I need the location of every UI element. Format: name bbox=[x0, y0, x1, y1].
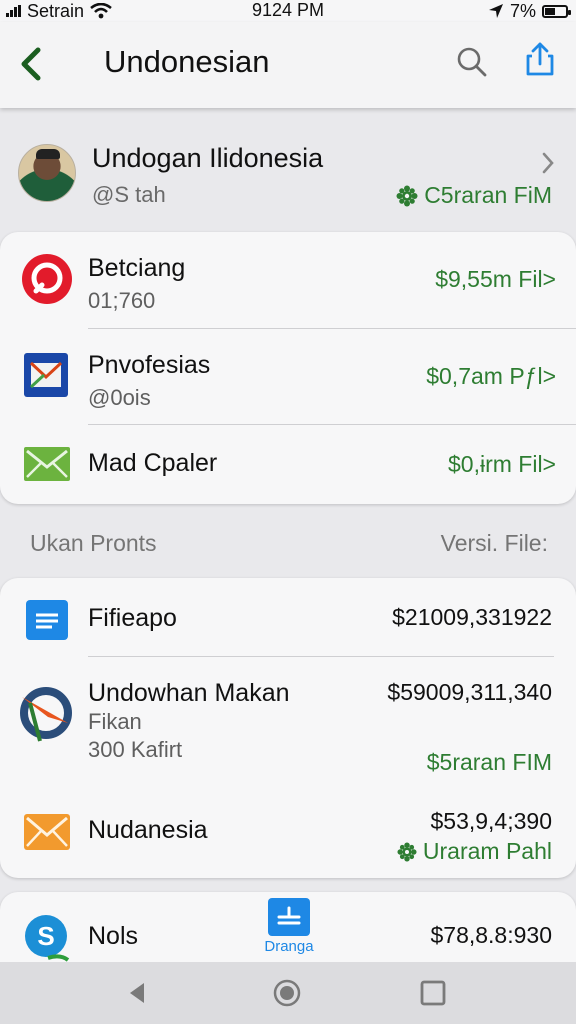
avatar bbox=[18, 144, 76, 202]
section-action[interactable]: Versi. File: bbox=[441, 530, 548, 557]
list-item-detail: 300 Kafirt bbox=[88, 737, 183, 762]
list-item-title: Pnvofesias bbox=[88, 351, 211, 379]
list-item-amount: $53,9,4;390 bbox=[430, 808, 552, 834]
list-item-amount: $78,8.8:930 bbox=[430, 922, 552, 948]
search-icon bbox=[457, 47, 487, 77]
list-item-subtitle: 01;760 bbox=[88, 288, 156, 313]
files-card: Fifieapo $21009,331922 Undowhan Makan Fi… bbox=[0, 578, 576, 878]
list-item-status: $5raran FIM bbox=[426, 749, 552, 775]
search-button[interactable] bbox=[454, 44, 490, 80]
envelope-icon bbox=[24, 447, 70, 481]
nav-recents-button[interactable] bbox=[418, 978, 448, 1008]
list-item-subtitle: @0ois bbox=[88, 385, 151, 410]
battery-icon bbox=[542, 4, 571, 18]
chevron-left-icon bbox=[21, 47, 41, 81]
share-icon bbox=[526, 42, 554, 76]
list-item[interactable]: Undowhan Makan Fikan 300 Kafirt $59009,3… bbox=[0, 657, 576, 785]
status-bar: Setrain 9124 PM 7% bbox=[0, 0, 576, 22]
profile-status: C5raran FiM bbox=[396, 182, 552, 209]
gear-icon bbox=[397, 841, 417, 862]
list-item-amount: $0,7am Pƒl> bbox=[426, 363, 556, 389]
list-item-status: Uraram Pahl bbox=[397, 838, 552, 865]
square-recents-icon bbox=[420, 980, 446, 1006]
list-item[interactable]: Fifieapo $21009,331922 bbox=[0, 578, 576, 656]
share-button[interactable] bbox=[520, 40, 560, 80]
list-item-amount: $0,ɨrm Fil> bbox=[448, 451, 556, 477]
list-item-amount: $21009,331922 bbox=[392, 604, 552, 630]
list-item-amount: $9,55m Fil> bbox=[435, 266, 556, 292]
list-item-title: Mad Cpaler bbox=[88, 449, 218, 477]
navigation-bar bbox=[0, 962, 576, 1024]
triangle-back-icon bbox=[130, 983, 144, 1003]
location-icon bbox=[488, 4, 503, 18]
document-icon bbox=[26, 600, 68, 640]
mail-icon bbox=[24, 353, 68, 397]
compass-icon bbox=[20, 687, 72, 742]
skype-icon: S bbox=[25, 915, 70, 962]
svg-text:S: S bbox=[37, 921, 54, 951]
envelope-orange-icon bbox=[24, 814, 70, 850]
fab-button[interactable]: Dranga bbox=[262, 898, 316, 955]
page-title: Undonesian bbox=[104, 44, 270, 79]
back-button[interactable] bbox=[14, 44, 50, 84]
list-item-title: Nols bbox=[88, 922, 139, 950]
chevron-right-icon bbox=[542, 152, 554, 174]
list-item[interactable]: Pnvofesias @0ois $0,7am Pƒl> bbox=[0, 329, 576, 425]
list-item-status-label: Uraram Pahl bbox=[422, 838, 552, 864]
nav-back-button[interactable] bbox=[122, 978, 152, 1008]
list-item-title: Nudanesia bbox=[88, 816, 208, 844]
battery-percent: 7% bbox=[509, 0, 536, 21]
circle-home-icon bbox=[273, 979, 301, 1007]
app-bar: Undonesian bbox=[0, 22, 576, 108]
profile-status-label: C5raran FiM bbox=[424, 182, 552, 208]
list-item[interactable]: Nudanesia $53,9,4;390 Uraram Pahl bbox=[0, 790, 576, 876]
list-item-title: Fifieapo bbox=[88, 604, 177, 632]
list-item-subtitle: Fikan bbox=[88, 709, 142, 734]
list-item[interactable]: Mad Cpaler $0,ɨrm Fil> bbox=[0, 425, 576, 503]
profile-name: Undogan Ilidonesia bbox=[92, 143, 324, 173]
profile-header[interactable]: Undogan Ilidonesia @S tah C5raran FiM bbox=[0, 112, 576, 232]
fab-label: Dranga bbox=[264, 938, 314, 955]
add-icon bbox=[268, 898, 310, 936]
target-icon bbox=[22, 254, 72, 304]
section-title: Ukan Pronts bbox=[30, 530, 157, 556]
list-item[interactable]: Betciang 01;760 $9,55m Fil> bbox=[0, 232, 576, 328]
list-item-title: Betciang bbox=[88, 254, 186, 282]
accounts-card: Betciang 01;760 $9,55m Fil> Pnvofesias @… bbox=[0, 232, 576, 504]
list-item-title: Undowhan Makan bbox=[88, 679, 290, 707]
list-item-amount: $59009,311,340 bbox=[387, 679, 552, 705]
gear-icon bbox=[396, 185, 418, 206]
profile-handle: @S tah bbox=[92, 182, 166, 207]
nav-home-button[interactable] bbox=[272, 978, 302, 1008]
